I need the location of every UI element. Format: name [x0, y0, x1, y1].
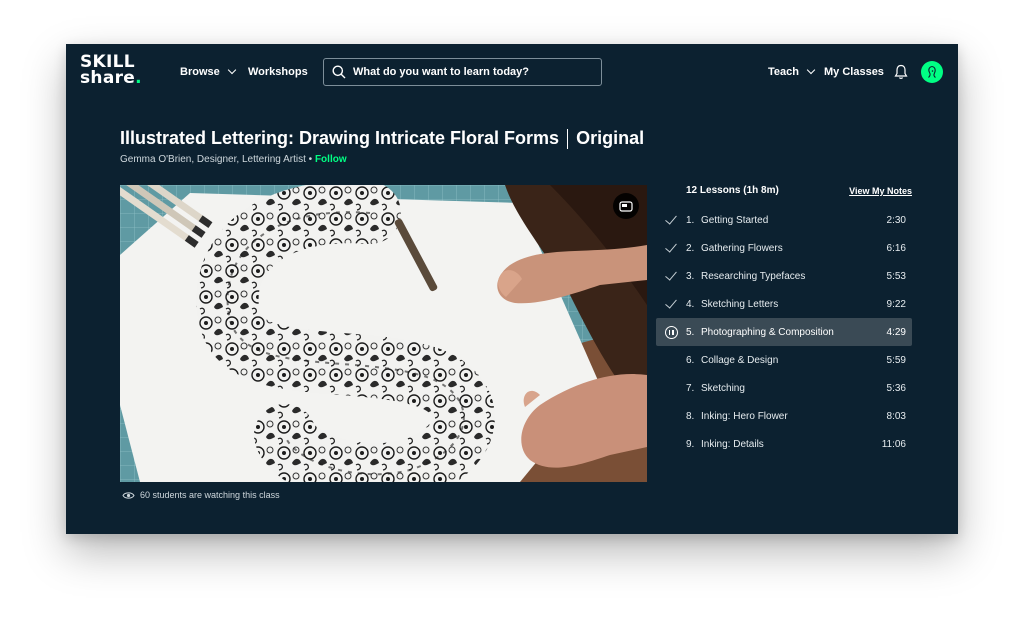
lesson-row-active[interactable]: 5. Photographing & Composition 4:29 — [656, 318, 912, 346]
workshops-label: Workshops — [248, 66, 308, 78]
original-badge: Original — [576, 128, 645, 148]
lesson-number: 3. — [686, 270, 695, 282]
lesson-state — [656, 296, 686, 309]
lesson-row[interactable]: 8. Inking: Hero Flower 8:03 — [656, 402, 912, 430]
lesson-title: Gathering Flowers — [701, 242, 783, 254]
lesson-state — [656, 212, 686, 225]
lesson-duration: 4:29 — [886, 326, 906, 338]
lesson-duration: 2:30 — [886, 214, 906, 226]
lesson-duration: 9:22 — [886, 298, 906, 310]
lesson-title: Researching Typefaces — [701, 270, 806, 282]
lesson-row[interactable]: 2. Gathering Flowers 6:16 — [656, 234, 912, 262]
lesson-row[interactable]: 4. Sketching Letters 9:22 — [656, 290, 912, 318]
browse-label: Browse — [180, 66, 220, 78]
lesson-title: Getting Started — [701, 214, 769, 226]
watching-indicator: 60 students are watching this class — [122, 490, 280, 500]
title-divider — [567, 128, 569, 149]
lesson-title: Photographing & Composition — [701, 326, 834, 338]
lessons-header: 12 Lessons (1h 8m) View My Notes — [686, 185, 912, 196]
lesson-number: 5. — [686, 326, 695, 338]
user-face-icon — [928, 65, 936, 78]
lesson-number: 4. — [686, 298, 695, 310]
search-bar[interactable]: What do you want to learn today? — [323, 58, 602, 86]
search-input[interactable]: What do you want to learn today? — [353, 66, 529, 78]
skillshare-logo[interactable]: SKILL share. — [80, 54, 142, 88]
teach-menu[interactable]: Teach — [768, 65, 816, 78]
app-window: SKILL share. Browse Workshops What do yo… — [66, 44, 958, 534]
chevron-down-icon — [227, 65, 236, 75]
lesson-row[interactable]: 1. Getting Started 2:30 — [656, 206, 912, 234]
lesson-row[interactable]: 6. Collage & Design 5:59 — [656, 346, 912, 374]
my-classes-label: My Classes — [824, 66, 884, 78]
lesson-number: 8. — [686, 410, 695, 422]
lesson-state — [656, 268, 686, 281]
browse-menu[interactable]: Browse — [180, 65, 236, 78]
teach-label: Teach — [768, 66, 799, 78]
lesson-title: Collage & Design — [701, 354, 779, 366]
workshops-link[interactable]: Workshops — [248, 66, 308, 78]
check-icon — [665, 268, 677, 281]
follow-button[interactable]: Follow — [315, 154, 347, 165]
search-icon — [332, 65, 346, 79]
lesson-duration: 5:59 — [886, 354, 906, 366]
eye-icon — [122, 491, 135, 499]
bell-icon[interactable] — [894, 64, 908, 80]
bullet-separator: • — [308, 154, 313, 165]
picture-in-picture-button[interactable] — [613, 193, 639, 219]
pause-icon[interactable] — [664, 325, 678, 339]
lesson-number: 2. — [686, 242, 695, 254]
logo-line2-text: share — [80, 68, 136, 88]
check-icon — [665, 240, 677, 253]
lesson-duration: 11:06 — [881, 438, 906, 450]
lessons-count: 12 Lessons (1h 8m) — [686, 185, 779, 196]
lesson-duration: 6:16 — [886, 242, 906, 254]
teacher-name[interactable]: Gemma O'Brien, Designer, Lettering Artis… — [120, 154, 306, 165]
lesson-row[interactable]: 3. Researching Typefaces 5:53 — [656, 262, 912, 290]
check-icon — [665, 296, 677, 309]
lesson-title: Inking: Details — [701, 438, 764, 450]
lesson-duration: 8:03 — [886, 410, 906, 422]
pip-icon — [619, 200, 633, 212]
lesson-title: Sketching Letters — [701, 298, 779, 310]
lesson-list: 1. Getting Started 2:30 2. Gathering Flo… — [656, 206, 912, 458]
video-frame-illustration — [120, 185, 647, 482]
lesson-title: Inking: Hero Flower — [701, 410, 788, 422]
lesson-row[interactable]: 9. Inking: Details 11:06 — [656, 430, 912, 458]
class-title: Illustrated Lettering: Drawing Intricate… — [120, 128, 644, 149]
logo-line2: share. — [80, 68, 142, 88]
lesson-state — [656, 240, 686, 253]
lesson-number: 1. — [686, 214, 695, 226]
my-classes-link[interactable]: My Classes — [824, 66, 884, 78]
lesson-duration: 5:53 — [886, 270, 906, 282]
lesson-duration: 5:36 — [886, 382, 906, 394]
lesson-title: Sketching — [701, 382, 745, 394]
lesson-row[interactable]: 7. Sketching 5:36 — [656, 374, 912, 402]
watching-text: 60 students are watching this class — [140, 490, 280, 500]
lesson-number: 7. — [686, 382, 695, 394]
lesson-number: 9. — [686, 438, 695, 450]
chevron-down-icon — [806, 65, 816, 75]
lesson-number: 6. — [686, 354, 695, 366]
lesson-state — [656, 325, 686, 339]
video-player[interactable] — [120, 185, 647, 482]
logo-dot: . — [135, 68, 142, 88]
teacher-line: Gemma O'Brien, Designer, Lettering Artis… — [120, 154, 347, 165]
class-title-text: Illustrated Lettering: Drawing Intricate… — [120, 128, 560, 148]
avatar[interactable] — [921, 61, 943, 83]
view-notes-link[interactable]: View My Notes — [849, 186, 912, 196]
check-icon — [665, 212, 677, 225]
